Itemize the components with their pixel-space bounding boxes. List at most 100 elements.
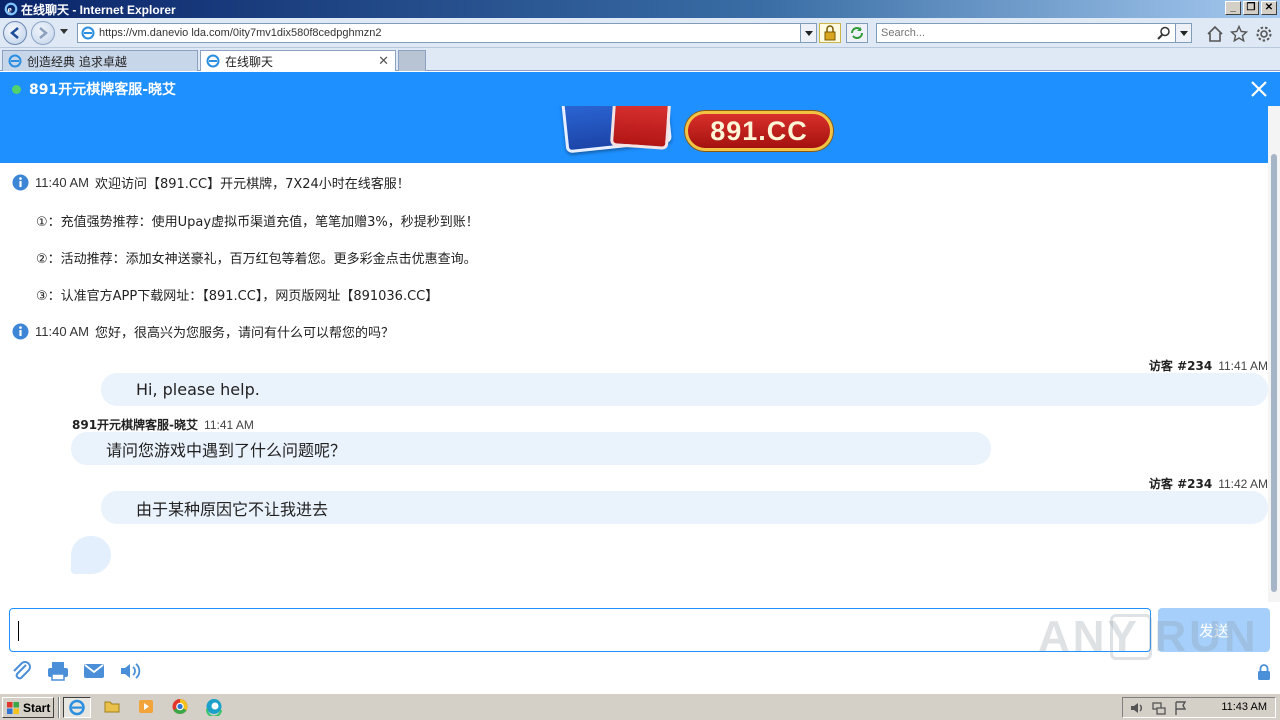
folder-icon bbox=[104, 701, 120, 713]
message-input[interactable] bbox=[10, 609, 1150, 651]
edge-icon bbox=[206, 699, 222, 718]
logo-badge: 891.CC bbox=[685, 111, 833, 151]
chat-title: 891开元棋牌客服-晓艾 bbox=[29, 82, 177, 98]
chrome-icon bbox=[172, 699, 188, 714]
forward-arrow-icon bbox=[39, 27, 48, 39]
window-title: 在线聊天 - Internet Explorer bbox=[21, 2, 176, 17]
message-time: 11:41 AM bbox=[1218, 359, 1268, 373]
message-text: 由于某种原因它不让我进去 bbox=[136, 499, 329, 519]
address-url: https://vm.danevio lda.com/0ity7mv1dix58… bbox=[99, 27, 382, 39]
action-center-flag-icon[interactable] bbox=[1173, 700, 1189, 716]
message-text: Hi, please help. bbox=[136, 380, 260, 399]
navigation-bar: https://vm.danevio lda.com/0ity7mv1dix58… bbox=[0, 18, 1280, 48]
start-label: Start bbox=[23, 700, 51, 715]
refresh-icon bbox=[851, 27, 863, 39]
back-arrow-icon bbox=[10, 27, 19, 39]
start-button[interactable]: Start bbox=[2, 697, 54, 718]
history-dropdown[interactable] bbox=[60, 29, 68, 34]
sender-name: 访客 #234 bbox=[1148, 477, 1213, 491]
system-tray: 11:43 AM bbox=[1122, 697, 1276, 718]
message-time: 11:41 AM bbox=[204, 418, 254, 432]
close-tab-icon[interactable]: ✕ bbox=[378, 53, 389, 69]
padlock-icon bbox=[824, 25, 836, 41]
speaker-icon[interactable] bbox=[118, 660, 142, 682]
forward-button[interactable] bbox=[31, 21, 55, 45]
sender-name: 访客 #234 bbox=[1148, 359, 1213, 373]
back-button[interactable] bbox=[3, 21, 27, 45]
refresh-button[interactable] bbox=[846, 23, 868, 43]
brand-banner: 891.CC bbox=[0, 106, 1268, 163]
taskbar-media-player[interactable] bbox=[133, 697, 161, 718]
visitor-message-bubble: Hi, please help. bbox=[101, 373, 1268, 406]
address-dropdown[interactable] bbox=[800, 24, 816, 42]
chat-header: 891开元棋牌客服-晓艾 bbox=[0, 72, 1280, 106]
ie-logo-icon: e bbox=[4, 2, 18, 16]
info-icon bbox=[12, 174, 29, 191]
message-text: 您好，很高兴为您服务，请问有什么可以帮您的吗？ bbox=[94, 326, 394, 341]
close-chat-icon[interactable] bbox=[1250, 80, 1268, 98]
paperclip-icon[interactable] bbox=[10, 660, 34, 682]
search-box[interactable] bbox=[876, 23, 1192, 43]
logo-block-red-icon bbox=[609, 106, 673, 150]
envelope-icon[interactable] bbox=[82, 660, 106, 682]
search-input[interactable] bbox=[877, 27, 1147, 39]
ie-tab-icon bbox=[8, 54, 22, 68]
message-input-box[interactable] bbox=[9, 608, 1151, 652]
volume-tray-icon[interactable] bbox=[1129, 700, 1145, 716]
notice-line: ③：认准官方APP下载网址：【891.CC】，网页版网址【891036.CC】 bbox=[36, 289, 439, 304]
taskbar-internet-explorer[interactable] bbox=[63, 697, 91, 718]
network-tray-icon[interactable] bbox=[1151, 700, 1167, 716]
taskbar-clock: 11:43 AM bbox=[1221, 701, 1267, 713]
page-favicon-icon bbox=[81, 26, 95, 40]
text-caret bbox=[18, 621, 19, 641]
tab-online-chat[interactable]: 在线聊天 ✕ bbox=[200, 50, 396, 71]
settings-gear-icon[interactable] bbox=[1255, 25, 1273, 43]
info-icon bbox=[12, 323, 29, 340]
tab-label: 在线聊天 bbox=[225, 54, 274, 69]
taskbar-chrome[interactable] bbox=[167, 697, 195, 718]
taskbar-file-explorer[interactable] bbox=[99, 697, 127, 718]
online-status-icon bbox=[12, 84, 21, 94]
message-text: 请问您游戏中遇到了什么问题呢？ bbox=[106, 440, 347, 460]
secure-lock-icon bbox=[1258, 664, 1270, 680]
close-window-button[interactable]: ✕ bbox=[1261, 1, 1277, 15]
media-player-icon bbox=[139, 700, 153, 713]
windows-flag-icon bbox=[7, 701, 19, 714]
message-time: 11:40 AM bbox=[35, 175, 89, 190]
tab-label: 创造经典 追求卓越 bbox=[27, 54, 127, 69]
scrollbar-thumb[interactable] bbox=[1271, 154, 1277, 592]
restore-button[interactable]: ❐ bbox=[1243, 1, 1259, 15]
sender-name: 891开元棋牌客服-晓艾 bbox=[72, 418, 199, 432]
address-bar[interactable]: https://vm.danevio lda.com/0ity7mv1dix58… bbox=[77, 23, 817, 43]
agent-message-bubble: 请问您游戏中遇到了什么问题呢？ bbox=[71, 432, 991, 465]
search-provider-dropdown[interactable] bbox=[1175, 24, 1191, 42]
notice-line: ①：充值强势推荐：使用Upay虚拟币渠道充值，笔笔加赠3%，秒提秒到账！ bbox=[36, 215, 479, 230]
watermark: ANY RUN bbox=[1038, 612, 1259, 661]
system-message: 11:40 AM 欢迎访问【891.CC】开元棋牌，7X24小时在线客服！ bbox=[12, 173, 410, 192]
search-icon[interactable] bbox=[1157, 26, 1171, 40]
chat-scrollbar[interactable] bbox=[1268, 106, 1280, 602]
ie-taskbar-icon bbox=[69, 699, 85, 716]
notice-line: ②：活动推荐：添加女神送豪礼，百万红包等着您。更多彩金点击优惠查询。 bbox=[36, 252, 477, 267]
taskbar: Start 11:43 AM bbox=[0, 693, 1280, 720]
chat-toolbar bbox=[10, 660, 142, 682]
security-lock-button[interactable] bbox=[819, 23, 841, 43]
agent-message-meta: 891开元棋牌客服-晓艾 11:41 AM bbox=[72, 416, 254, 433]
visitor-message-meta: 访客 #234 11:41 AM bbox=[1149, 357, 1268, 374]
window-titlebar: e 在线聊天 - Internet Explorer _ ❐ ✕ bbox=[0, 0, 1280, 18]
message-text: 欢迎访问【891.CC】开元棋牌，7X24小时在线客服！ bbox=[94, 177, 410, 192]
minimize-button[interactable]: _ bbox=[1225, 1, 1241, 15]
ie-tab-icon bbox=[206, 54, 220, 68]
favorites-star-icon[interactable] bbox=[1230, 25, 1248, 43]
tab-bar: 创造经典 追求卓越 在线聊天 ✕ bbox=[0, 48, 1280, 71]
new-tab-button[interactable] bbox=[398, 50, 426, 71]
tab-create-classic[interactable]: 创造经典 追求卓越 bbox=[2, 50, 198, 71]
printer-icon[interactable] bbox=[46, 660, 70, 682]
svg-text:e: e bbox=[8, 5, 13, 16]
taskbar-separator bbox=[58, 697, 60, 718]
home-icon[interactable] bbox=[1206, 25, 1224, 43]
typing-indicator bbox=[71, 536, 111, 574]
taskbar-edge[interactable] bbox=[201, 697, 229, 718]
message-time: 11:40 AM bbox=[35, 324, 89, 339]
visitor-message-meta: 访客 #234 11:42 AM bbox=[1149, 475, 1268, 492]
